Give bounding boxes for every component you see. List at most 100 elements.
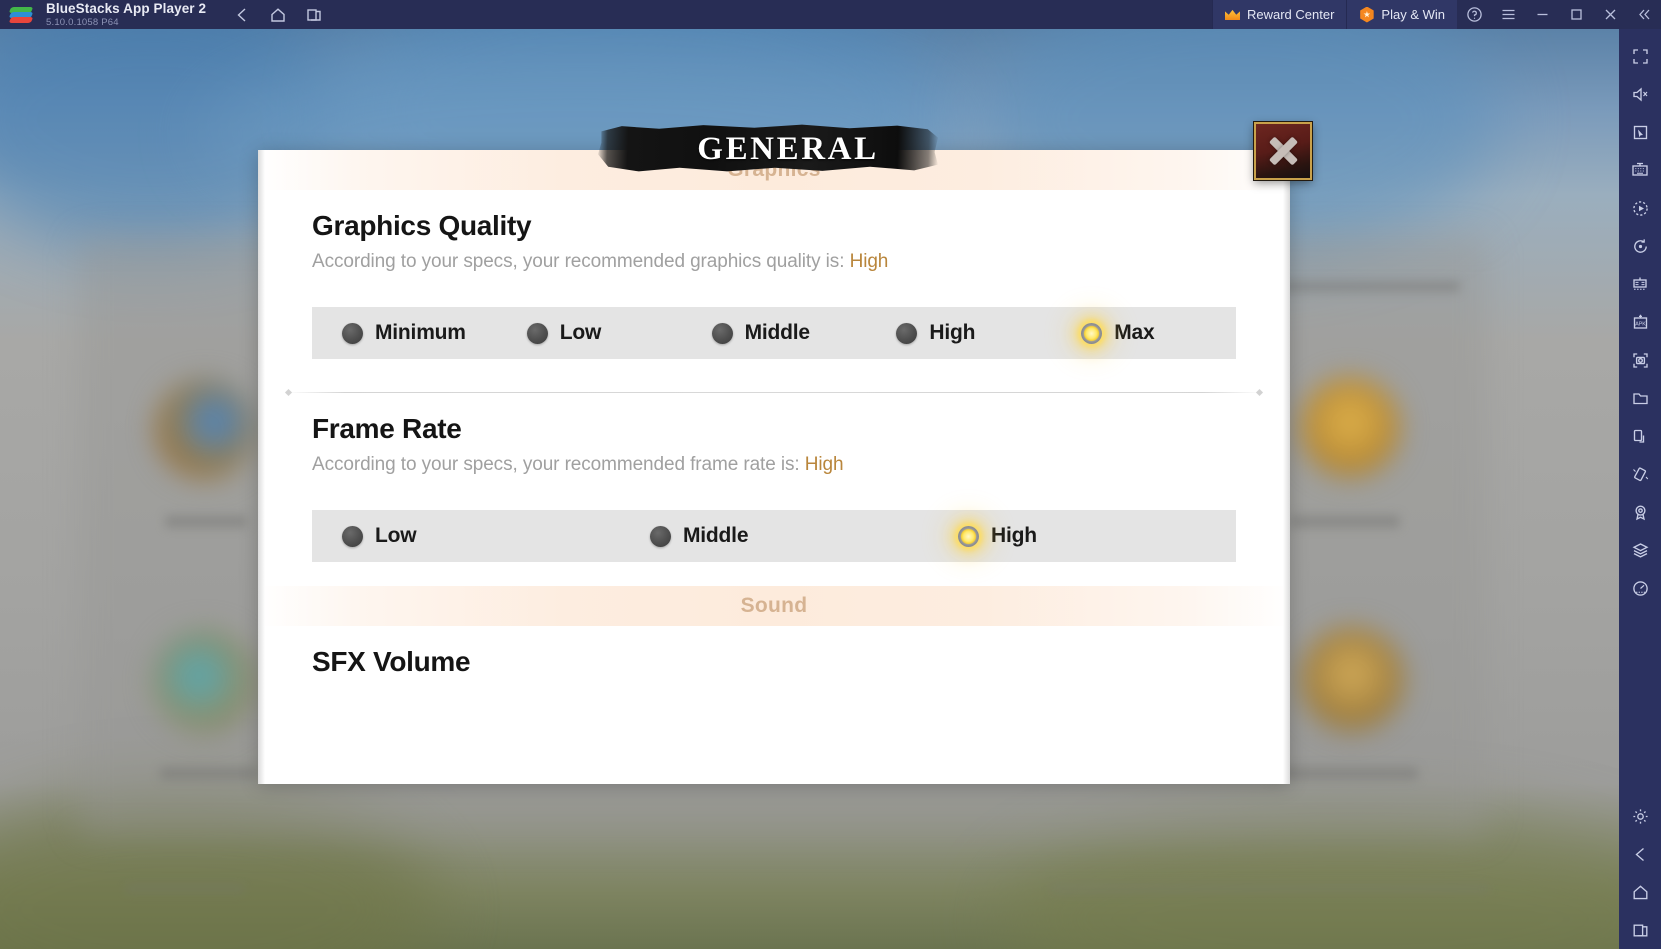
radio-icon[interactable] — [896, 322, 918, 344]
rotate-icon — [1633, 238, 1647, 253]
multi-instance-icon — [1633, 277, 1647, 290]
sidebar-mute[interactable] — [1619, 75, 1661, 113]
option-label: High — [991, 524, 1037, 547]
close-icon — [1605, 9, 1615, 20]
sidebar-install-apk[interactable]: APK — [1619, 303, 1661, 341]
sidebar-cursor[interactable] — [1619, 113, 1661, 151]
sidebar-fullscreen[interactable] — [1619, 37, 1661, 75]
radio-icon[interactable] — [526, 322, 548, 344]
screenshot-icon — [1632, 352, 1648, 368]
radio-icon[interactable] — [711, 322, 733, 344]
double-chevron-left-icon — [1638, 9, 1649, 20]
setting-graphics-quality: Graphics Quality According to your specs… — [312, 210, 1236, 359]
reward-center-button[interactable]: Reward Center — [1211, 0, 1347, 29]
location-icon — [1634, 505, 1646, 520]
sidebar-recents[interactable] — [1619, 911, 1661, 949]
hamburger-menu-icon — [1502, 9, 1514, 20]
folder-icon — [1632, 392, 1648, 404]
maximize-icon — [1570, 9, 1582, 20]
recents-icon — [307, 8, 321, 21]
minimize-icon — [1537, 13, 1547, 16]
right-sidebar: APK — [1619, 29, 1661, 949]
sidebar-media-manager[interactable] — [1619, 379, 1661, 417]
general-settings-dialog: Graphics Graphics Quality According to y… — [258, 121, 1313, 784]
back-arrow-icon — [1634, 847, 1644, 861]
titlebar-nav-group — [228, 3, 328, 27]
play-and-win-label: Play & Win — [1381, 7, 1445, 22]
back-button[interactable] — [228, 3, 256, 27]
sidebar-home[interactable] — [1619, 873, 1661, 911]
option-minimum[interactable]: Minimum — [312, 307, 497, 359]
desc-text: According to your specs, your recommende… — [312, 454, 805, 475]
option-low[interactable]: Low — [497, 307, 682, 359]
option-low[interactable]: Low — [312, 510, 620, 562]
option-high[interactable]: High — [866, 307, 1051, 359]
option-label: Minimum — [375, 321, 466, 344]
gauge-icon — [1632, 580, 1648, 596]
sidebar-back[interactable] — [1619, 835, 1661, 873]
section-divider — [286, 392, 1262, 393]
sidebar-tilt[interactable] — [1619, 417, 1661, 455]
setting-title: Frame Rate — [312, 413, 462, 444]
close-window-button[interactable] — [1593, 0, 1627, 29]
reward-center-label: Reward Center — [1246, 7, 1335, 22]
apk-install-icon: APK — [1633, 314, 1647, 329]
option-max[interactable]: Max — [1051, 307, 1236, 359]
setting-frame-rate: Frame Rate According to your specs, your… — [312, 413, 1236, 562]
keyboard-icon — [1632, 162, 1648, 176]
sidebar-keyboard-controls[interactable] — [1619, 151, 1661, 189]
sidebar-location[interactable] — [1619, 493, 1661, 531]
radio-icon[interactable] — [342, 322, 363, 344]
sidebar-shake[interactable] — [1619, 455, 1661, 493]
radio-selected-icon[interactable] — [1081, 322, 1103, 344]
app-title: BlueStacks App Player 2 — [46, 1, 207, 16]
sidebar-performance[interactable] — [1619, 569, 1661, 607]
shake-icon — [1632, 466, 1648, 481]
macro-record-icon — [1632, 200, 1648, 216]
app-title-group: BlueStacks App Player 2 5.10.0.1058 P64 — [46, 2, 206, 27]
sidebar-layers[interactable] — [1619, 531, 1661, 569]
layers-icon — [1632, 542, 1648, 558]
page-title: GENERAL — [697, 130, 879, 167]
mute-icon — [1632, 87, 1647, 101]
collapse-sidebar-button[interactable] — [1627, 0, 1661, 29]
sidebar-multi-instance[interactable] — [1619, 265, 1661, 303]
gear-icon — [1632, 808, 1648, 824]
option-middle[interactable]: Middle — [620, 510, 928, 562]
option-label: Max — [1114, 321, 1155, 344]
recents-button[interactable] — [300, 3, 328, 27]
minimize-button[interactable] — [1525, 0, 1559, 29]
svg-text:APK: APK — [1635, 321, 1646, 327]
sidebar-screenshot[interactable] — [1619, 341, 1661, 379]
radio-icon[interactable] — [342, 525, 363, 547]
frame-rate-options: Low Middle High — [312, 510, 1236, 562]
sidebar-macro[interactable] — [1619, 189, 1661, 227]
dialog-title-banner: GENERAL — [598, 124, 938, 172]
recommended-value: High — [849, 251, 889, 272]
home-button[interactable] — [264, 3, 292, 27]
cursor-pointer-icon — [1633, 125, 1647, 139]
sidebar-settings[interactable] — [1619, 797, 1661, 835]
radio-icon[interactable] — [650, 525, 671, 547]
setting-sfx-volume: SFX Volume — [312, 646, 1236, 678]
crown-icon — [1224, 9, 1240, 20]
menu-button[interactable] — [1491, 0, 1525, 29]
help-button[interactable] — [1457, 0, 1491, 29]
option-high[interactable]: High — [928, 510, 1236, 562]
setting-title: SFX Volume — [312, 646, 471, 677]
hex-star-icon — [1360, 6, 1374, 23]
option-label: Middle — [744, 321, 810, 344]
close-dialog-button[interactable] — [1253, 121, 1313, 181]
sidebar-rotate[interactable] — [1619, 227, 1661, 265]
home-icon — [1633, 884, 1647, 899]
option-label: High — [929, 321, 976, 344]
play-and-win-button[interactable]: Play & Win — [1346, 0, 1457, 29]
option-label: Low — [375, 524, 417, 547]
graphics-quality-options: Minimum Low Middle High Max — [312, 307, 1236, 359]
setting-description: According to your specs, your recommende… — [312, 454, 1236, 476]
recents-icon — [1633, 924, 1647, 936]
radio-selected-icon[interactable] — [958, 525, 979, 547]
setting-title: Graphics Quality — [312, 210, 532, 241]
maximize-button[interactable] — [1559, 0, 1593, 29]
option-middle[interactable]: Middle — [682, 307, 867, 359]
